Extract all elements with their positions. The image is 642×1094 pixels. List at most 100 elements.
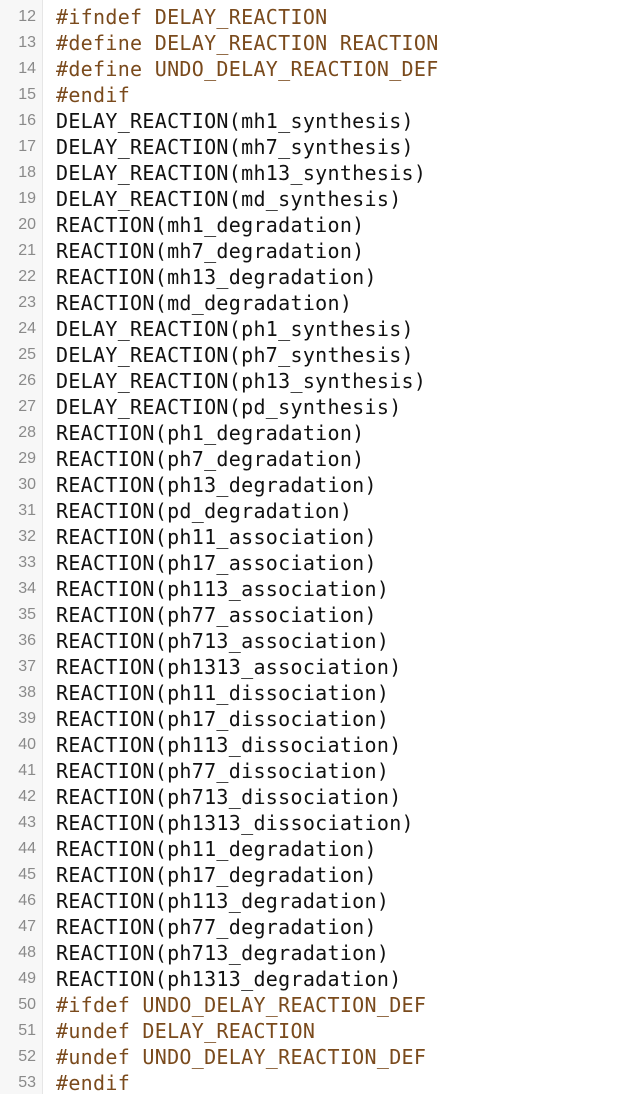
code-text[interactable]: REACTION(ph11_degradation) [56,837,377,861]
code-line[interactable]: 53 #endif [0,1070,642,1094]
code-line[interactable]: 19 DELAY_REACTION(md_synthesis) [0,186,642,212]
code-text[interactable]: REACTION(mh1_degradation) [56,213,365,237]
preprocessor-directive[interactable]: #endif [56,1071,130,1094]
code-line[interactable]: 23 REACTION(md_degradation) [0,290,642,316]
code-line[interactable]: 30 REACTION(ph13_degradation) [0,472,642,498]
code-text[interactable]: REACTION(ph713_dissociation) [56,785,402,809]
code-text[interactable]: REACTION(mh7_degradation) [56,239,365,263]
code-line[interactable]: 47 REACTION(ph77_degradation) [0,914,642,940]
code-line[interactable]: 40 REACTION(ph113_dissociation) [0,732,642,758]
code-text[interactable]: REACTION(ph77_association) [56,603,377,627]
code-text[interactable]: REACTION(ph7_degradation) [56,447,365,471]
code-line[interactable]: 24 DELAY_REACTION(ph1_synthesis) [0,316,642,342]
line-number: 49 [18,970,36,987]
code-text[interactable]: DELAY_REACTION(ph7_synthesis) [56,343,414,367]
line-number: 45 [18,866,36,883]
code-line[interactable]: 33 REACTION(ph17_association) [0,550,642,576]
code-line[interactable]: 14 #define UNDO_DELAY_REACTION_DEF [0,56,642,82]
code-line[interactable]: 25 DELAY_REACTION(ph7_synthesis) [0,342,642,368]
line-number: 28 [18,424,36,441]
code-line[interactable]: 41 REACTION(ph77_dissociation) [0,758,642,784]
line-number: 51 [18,1022,36,1039]
preprocessor-directive[interactable]: #define UNDO_DELAY_REACTION_DEF [56,57,439,81]
code-text[interactable]: REACTION(ph113_dissociation) [56,733,402,757]
preprocessor-directive[interactable]: #define DELAY_REACTION REACTION [56,31,439,55]
code-line[interactable]: 32 REACTION(ph11_association) [0,524,642,550]
code-line[interactable]: 42 REACTION(ph713_dissociation) [0,784,642,810]
code-text[interactable]: REACTION(ph113_degradation) [56,889,389,913]
code-text[interactable]: REACTION(mh13_degradation) [56,265,377,289]
code-text[interactable]: REACTION(ph11_association) [56,525,377,549]
line-number: 19 [18,190,36,207]
code-line[interactable]: 12 #ifndef DELAY_REACTION [0,4,642,30]
code-text[interactable]: REACTION(ph17_degradation) [56,863,377,887]
code-text[interactable]: REACTION(ph1313_dissociation) [56,811,414,835]
line-number: 43 [18,814,36,831]
preprocessor-directive[interactable]: #ifdef UNDO_DELAY_REACTION_DEF [56,993,426,1017]
code-line[interactable]: 51 #undef DELAY_REACTION [0,1018,642,1044]
code-line[interactable]: 26 DELAY_REACTION(ph13_synthesis) [0,368,642,394]
code-line[interactable]: 49 REACTION(ph1313_degradation) [0,966,642,992]
line-number: 53 [18,1074,36,1091]
code-line[interactable]: 15 #endif [0,82,642,108]
code-text[interactable]: REACTION(ph1_degradation) [56,421,365,445]
code-line[interactable]: 28 REACTION(ph1_degradation) [0,420,642,446]
code-text[interactable]: REACTION(ph1313_degradation) [56,967,402,991]
code-text[interactable]: REACTION(pd_degradation) [56,499,352,523]
code-text[interactable]: REACTION(ph17_dissociation) [56,707,389,731]
code-line[interactable]: 22 REACTION(mh13_degradation) [0,264,642,290]
code-text[interactable]: REACTION(ph17_association) [56,551,377,575]
code-line[interactable]: 29 REACTION(ph7_degradation) [0,446,642,472]
code-text[interactable]: REACTION(ph77_dissociation) [56,759,389,783]
code-text[interactable]: DELAY_REACTION(pd_synthesis) [56,395,402,419]
line-number: 22 [18,268,36,285]
code-line[interactable]: 52 #undef UNDO_DELAY_REACTION_DEF [0,1044,642,1070]
code-line[interactable]: 39 REACTION(ph17_dissociation) [0,706,642,732]
line-number: 18 [18,164,36,181]
code-line[interactable]: 16 DELAY_REACTION(mh1_synthesis) [0,108,642,134]
line-number: 12 [18,8,36,25]
code-line[interactable]: 35 REACTION(ph77_association) [0,602,642,628]
code-line[interactable]: 46 REACTION(ph113_degradation) [0,888,642,914]
code-text[interactable]: REACTION(md_degradation) [56,291,352,315]
code-line[interactable]: 37 REACTION(ph1313_association) [0,654,642,680]
code-text[interactable]: DELAY_REACTION(mh7_synthesis) [56,135,414,159]
line-number: 52 [18,1048,36,1065]
code-line[interactable]: 27 DELAY_REACTION(pd_synthesis) [0,394,642,420]
code-text[interactable]: REACTION(ph713_association) [56,629,389,653]
code-text[interactable]: REACTION(ph1313_association) [56,655,402,679]
code-lines[interactable]: 12 #ifndef DELAY_REACTION 13 #define DELAY_… [0,4,642,1094]
code-line[interactable]: 17 DELAY_REACTION(mh7_synthesis) [0,134,642,160]
code-text[interactable]: DELAY_REACTION(mh13_synthesis) [56,161,426,185]
code-line[interactable]: 18 DELAY_REACTION(mh13_synthesis) [0,160,642,186]
code-line[interactable]: 38 REACTION(ph11_dissociation) [0,680,642,706]
code-line[interactable]: 50 #ifdef UNDO_DELAY_REACTION_DEF [0,992,642,1018]
code-line[interactable]: 13 #define DELAY_REACTION REACTION [0,30,642,56]
code-line[interactable]: 48 REACTION(ph713_degradation) [0,940,642,966]
code-line[interactable]: 21 REACTION(mh7_degradation) [0,238,642,264]
code-line[interactable]: 36 REACTION(ph713_association) [0,628,642,654]
code-line[interactable]: 34 REACTION(ph113_association) [0,576,642,602]
code-text[interactable]: REACTION(ph11_dissociation) [56,681,389,705]
code-line[interactable]: 20 REACTION(mh1_degradation) [0,212,642,238]
code-line[interactable]: 45 REACTION(ph17_degradation) [0,862,642,888]
preprocessor-directive[interactable]: #endif [56,83,130,107]
preprocessor-directive[interactable]: #ifndef DELAY_REACTION [56,5,328,29]
code-text[interactable]: DELAY_REACTION(ph1_synthesis) [56,317,414,341]
code-text[interactable]: DELAY_REACTION(mh1_synthesis) [56,109,414,133]
code-text[interactable]: REACTION(ph77_degradation) [56,915,377,939]
code-line[interactable]: 44 REACTION(ph11_degradation) [0,836,642,862]
preprocessor-directive[interactable]: #undef UNDO_DELAY_REACTION_DEF [56,1045,426,1069]
code-text[interactable]: REACTION(ph13_degradation) [56,473,377,497]
code-text[interactable]: REACTION(ph713_degradation) [56,941,389,965]
line-number: 17 [18,138,36,155]
line-number: 35 [18,606,36,623]
preprocessor-directive[interactable]: #undef DELAY_REACTION [56,1019,315,1043]
code-text[interactable]: DELAY_REACTION(md_synthesis) [56,187,402,211]
code-editor[interactable]: 12 #ifndef DELAY_REACTION 13 #define DELAY_… [0,0,642,1094]
code-text[interactable]: REACTION(ph113_association) [56,577,389,601]
code-line[interactable]: 31 REACTION(pd_degradation) [0,498,642,524]
code-line[interactable]: 43 REACTION(ph1313_dissociation) [0,810,642,836]
code-text[interactable]: DELAY_REACTION(ph13_synthesis) [56,369,426,393]
line-number: 27 [18,398,36,415]
